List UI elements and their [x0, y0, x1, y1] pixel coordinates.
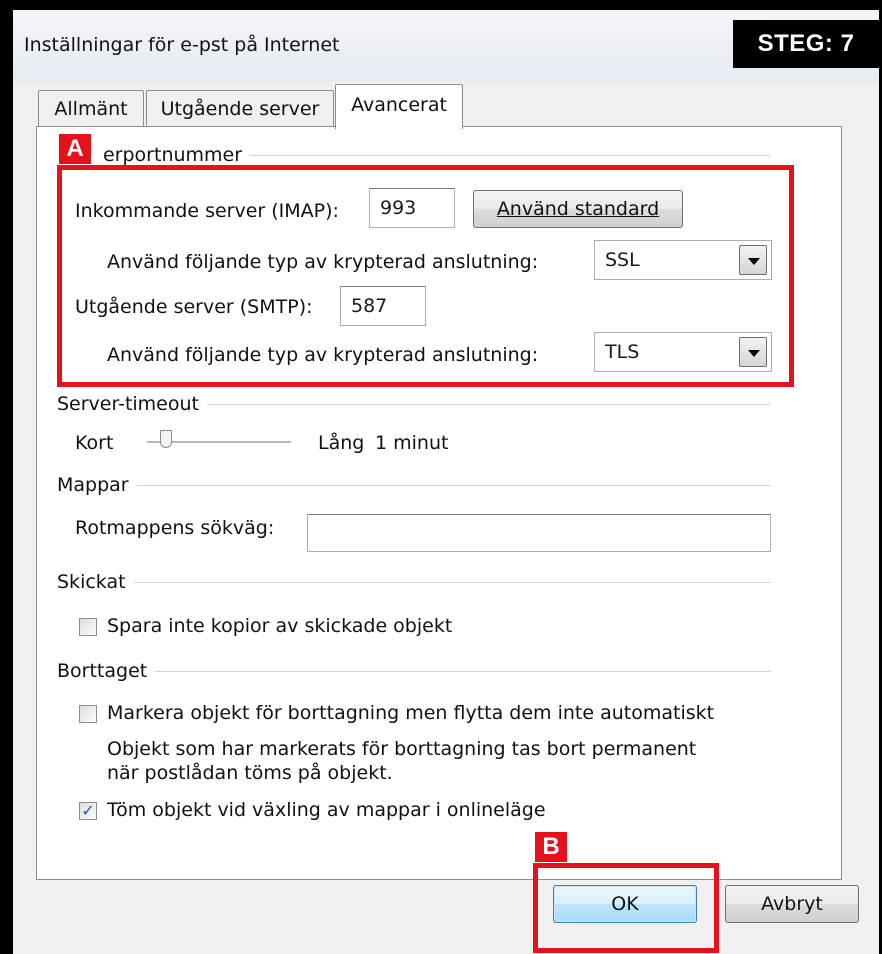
- annotation-b: B: [535, 832, 567, 862]
- annotation-b-box: [533, 863, 719, 953]
- port-group-label: erportnummer: [103, 144, 243, 166]
- title-bar: Inställningar för e-pst på Internet STEG…: [13, 10, 879, 82]
- tab-general[interactable]: Allmänt: [38, 90, 144, 129]
- tab-outgoing-server-label: Utgående server: [160, 98, 320, 120]
- settings-dialog: Inställningar för e-pst på Internet STEG…: [13, 10, 879, 954]
- timeout-short-label: Kort: [75, 432, 114, 454]
- timeout-slider-thumb[interactable]: [160, 430, 173, 448]
- deleted-group-divider: [155, 670, 771, 672]
- tab-advanced-label: Avancerat: [351, 94, 447, 116]
- port-group-header: erportnummer: [77, 144, 771, 166]
- root-folder-input[interactable]: [307, 514, 771, 552]
- tab-outgoing-server[interactable]: Utgående server: [146, 90, 334, 129]
- mark-for-deletion-checkbox[interactable]: [79, 705, 97, 723]
- folders-group-header: Mappar: [57, 474, 771, 496]
- deletion-info-line2: när postlådan töms på objekt.: [107, 762, 393, 784]
- window-title: Inställningar för e-pst på Internet: [24, 34, 340, 56]
- mark-for-deletion-label: Markera objekt för borttagning men flytt…: [107, 702, 715, 724]
- port-group-divider: [250, 154, 771, 156]
- sent-group-header: Skickat: [57, 571, 771, 593]
- purge-online-label: Töm objekt vid växling av mappar i onlin…: [107, 799, 546, 821]
- checkmark-icon: ✓: [81, 801, 95, 820]
- folders-group-divider: [136, 484, 771, 486]
- tab-general-label: Allmänt: [54, 98, 128, 120]
- folders-group-label: Mappar: [57, 474, 129, 496]
- root-folder-label: Rotmappens sökväg:: [75, 517, 275, 539]
- cancel-button[interactable]: Avbryt: [725, 885, 859, 923]
- purge-online-checkbox[interactable]: ✓: [79, 802, 97, 820]
- no-copies-label: Spara inte kopior av skickade objekt: [107, 615, 453, 637]
- timeout-value: 1 minut: [375, 432, 449, 454]
- timeout-long-label: Lång: [318, 432, 365, 454]
- timeout-group-label: Server-timeout: [57, 393, 199, 415]
- deleted-group-header: Borttaget: [57, 660, 771, 682]
- sent-group-label: Skickat: [57, 571, 126, 593]
- timeout-group-header: Server-timeout: [57, 393, 771, 415]
- tab-advanced[interactable]: Avancerat: [335, 84, 463, 129]
- no-copies-checkbox[interactable]: [79, 618, 97, 636]
- annotation-a-box: [57, 165, 794, 387]
- annotation-a: A: [59, 134, 91, 164]
- deleted-group-label: Borttaget: [57, 660, 148, 682]
- step-badge: STEG: 7: [733, 20, 879, 68]
- sent-group-divider: [133, 581, 771, 583]
- timeout-group-divider: [207, 403, 771, 405]
- deletion-info-line1: Objekt som har markerats för borttagning…: [107, 738, 697, 760]
